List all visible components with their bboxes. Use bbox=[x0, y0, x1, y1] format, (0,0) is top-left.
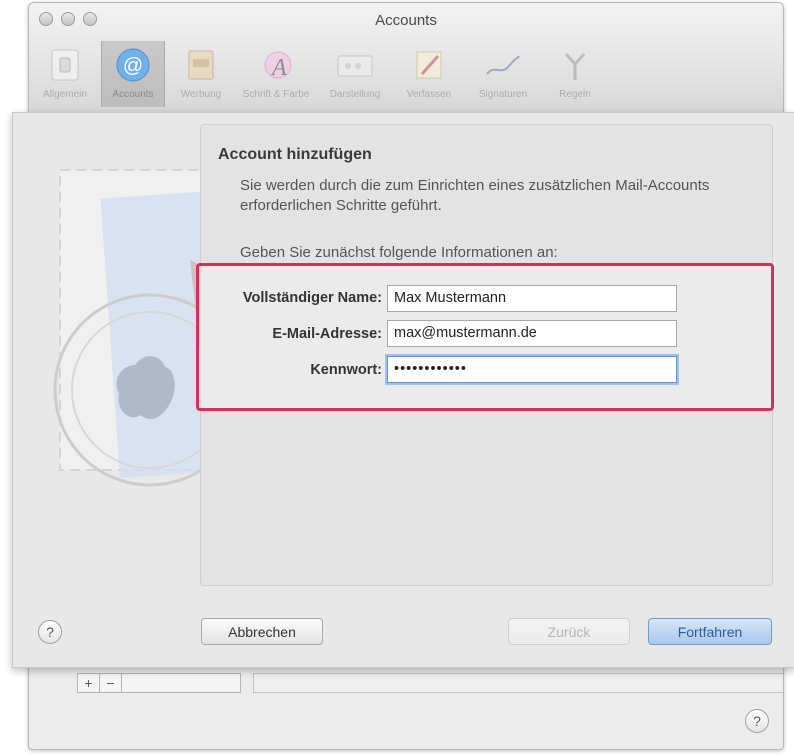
continue-button[interactable]: Fortfahren bbox=[648, 618, 772, 645]
toolbar-item-signaturen[interactable]: Signaturen bbox=[467, 41, 539, 107]
cancel-button[interactable]: Abbrechen bbox=[201, 618, 323, 645]
rules-icon bbox=[555, 45, 595, 85]
toolbar-item-allgemein[interactable]: Allgemein bbox=[33, 41, 97, 107]
sheet-description: Sie werden durch die zum Einrichten eine… bbox=[240, 177, 710, 214]
junk-mail-icon bbox=[181, 45, 221, 85]
toolbar-label: Darstellung bbox=[329, 89, 381, 100]
window-title: Accounts bbox=[375, 12, 437, 29]
at-sign-icon: @ bbox=[113, 45, 153, 85]
account-detail-bar bbox=[253, 673, 783, 693]
window-help-button[interactable]: ? bbox=[745, 709, 769, 733]
account-list-controls: + − bbox=[77, 673, 241, 693]
composing-pencil-icon bbox=[409, 45, 449, 85]
add-account-button[interactable]: + bbox=[78, 674, 100, 692]
toolbar-label: Accounts bbox=[112, 89, 154, 100]
signature-pen-icon bbox=[483, 45, 523, 85]
toolbar-label: Allgemein bbox=[43, 89, 87, 100]
toolbar-item-schrift-farbe[interactable]: A Schrift & Farbe bbox=[237, 41, 315, 107]
general-switch-icon bbox=[45, 45, 85, 85]
font-color-icon: A bbox=[256, 45, 296, 85]
svg-text:@: @ bbox=[123, 55, 143, 77]
back-button[interactable]: Zurück bbox=[508, 618, 630, 645]
toolbar-label: Werbung bbox=[180, 89, 222, 100]
full-name-field[interactable]: Max Mustermann bbox=[387, 285, 677, 312]
toolbar-label: Verfassen bbox=[406, 89, 452, 100]
toolbar-label: Regeln bbox=[559, 89, 591, 100]
remove-account-button[interactable]: − bbox=[100, 674, 122, 692]
password-label: Kennwort: bbox=[310, 362, 382, 378]
toolbar-label: Schrift & Farbe bbox=[242, 89, 310, 100]
titlebar: Accounts Allgemein @ Accounts Werbung A … bbox=[29, 3, 783, 113]
preferences-toolbar: Allgemein @ Accounts Werbung A Schrift &… bbox=[33, 41, 607, 107]
viewing-icon bbox=[335, 45, 375, 85]
svg-text:A: A bbox=[270, 55, 287, 81]
sheet-info: Geben Sie zunächst folgende Informatione… bbox=[240, 244, 558, 261]
toolbar-label: Signaturen bbox=[478, 89, 528, 100]
email-label: E-Mail-Adresse: bbox=[272, 326, 382, 342]
toolbar-item-accounts[interactable]: @ Accounts bbox=[101, 41, 165, 107]
toolbar-item-werbung[interactable]: Werbung bbox=[169, 41, 233, 107]
toolbar-item-regeln[interactable]: Regeln bbox=[543, 41, 607, 107]
sheet-help-button[interactable]: ? bbox=[38, 620, 62, 644]
password-field[interactable]: •••••••••••• bbox=[387, 356, 677, 383]
full-name-label: Vollständiger Name: bbox=[242, 290, 382, 306]
toolbar-item-darstellung[interactable]: Darstellung bbox=[319, 41, 391, 107]
toolbar-item-verfassen[interactable]: Verfassen bbox=[395, 41, 463, 107]
email-field[interactable]: max@mustermann.de bbox=[387, 320, 677, 347]
sheet-heading: Account hinzufügen bbox=[218, 146, 372, 163]
